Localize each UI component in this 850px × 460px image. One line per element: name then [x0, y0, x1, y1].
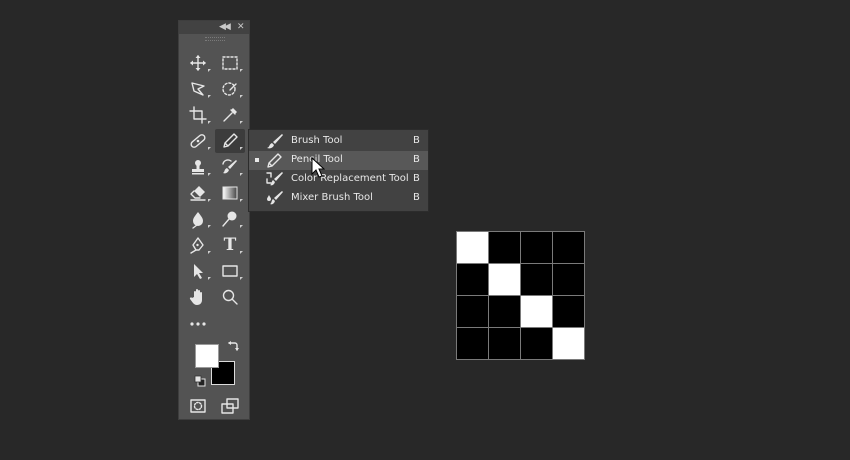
zoom-tool-button[interactable]	[215, 285, 245, 309]
pen-icon	[190, 237, 204, 254]
menu-item-shortcut: B	[413, 135, 420, 146]
shape-tool-button[interactable]	[215, 259, 245, 283]
dodge-icon	[222, 211, 237, 227]
pixel-cell[interactable]	[489, 232, 520, 263]
pencil-icon	[223, 133, 238, 148]
more-icon	[190, 322, 206, 326]
history-brush-icon	[222, 159, 237, 174]
brush-tools-flyout-menu: Brush Tool B Pencil Tool B Color Replace…	[248, 129, 429, 212]
rectangle-shape-icon	[222, 265, 238, 277]
pixel-cell[interactable]	[457, 296, 488, 327]
hand-icon	[189, 289, 202, 305]
lasso-tool-button[interactable]	[183, 77, 213, 101]
menu-item-pencil-tool[interactable]: Pencil Tool B	[249, 151, 428, 170]
screen-mode-icon	[221, 398, 239, 414]
panel-header[interactable]: ◀◀ ✕	[179, 21, 249, 34]
pencil-tool-button[interactable]	[215, 129, 245, 153]
move-icon	[190, 55, 206, 71]
pixel-cell[interactable]	[489, 296, 520, 327]
rectangular-marquee-icon	[222, 56, 238, 70]
pixel-grid-canvas[interactable]	[456, 231, 585, 360]
panel-grip[interactable]	[205, 37, 225, 41]
tools-panel: ◀◀ ✕ T	[178, 20, 250, 420]
hand-tool-button[interactable]	[183, 285, 213, 309]
pixel-cell[interactable]	[553, 264, 584, 295]
blur-tool-button[interactable]	[183, 207, 213, 231]
menu-item-brush-tool[interactable]: Brush Tool B	[249, 132, 428, 151]
default-colors-icon[interactable]	[194, 375, 206, 387]
gradient-tool-button[interactable]	[215, 181, 245, 205]
quick-selection-icon	[222, 82, 237, 96]
marquee-tool-button[interactable]	[215, 51, 245, 75]
mixer-brush-icon	[267, 191, 283, 205]
quick-mask-icon	[190, 399, 206, 413]
type-tool-button[interactable]: T	[215, 233, 245, 257]
move-tool-button[interactable]	[183, 51, 213, 75]
dodge-tool-button[interactable]	[215, 207, 245, 231]
eraser-tool-button[interactable]	[183, 181, 213, 205]
color-replacement-icon	[266, 172, 283, 186]
path-selection-icon	[194, 264, 203, 279]
menu-item-shortcut: B	[413, 154, 420, 165]
history-brush-tool-button[interactable]	[215, 155, 245, 179]
screen-mode-button[interactable]	[215, 394, 245, 418]
blur-icon	[192, 212, 203, 229]
more-tools-button[interactable]	[183, 312, 213, 336]
eyedropper-tool-button[interactable]	[215, 103, 245, 127]
crop-icon	[189, 106, 207, 124]
path-selection-tool-button[interactable]	[183, 259, 213, 283]
pixel-cell[interactable]	[457, 232, 488, 263]
menu-item-shortcut: B	[413, 173, 420, 184]
clone-stamp-icon	[192, 160, 204, 175]
pen-tool-button[interactable]	[183, 233, 213, 257]
pixel-cell[interactable]	[489, 264, 520, 295]
pixel-cell[interactable]	[553, 296, 584, 327]
eraser-icon	[190, 186, 206, 201]
pixel-cell[interactable]	[553, 328, 584, 359]
healing-brush-tool-button[interactable]	[183, 129, 213, 153]
clone-stamp-tool-button[interactable]	[183, 155, 213, 179]
zoom-icon	[222, 289, 238, 305]
menu-item-label: Pencil Tool	[291, 154, 343, 165]
pixel-cell[interactable]	[521, 328, 552, 359]
quick-select-tool-button[interactable]	[215, 77, 245, 101]
eyedropper-icon	[223, 108, 237, 122]
foreground-color-swatch[interactable]	[195, 344, 219, 368]
menu-item-label: Mixer Brush Tool	[291, 192, 373, 203]
pixel-cell[interactable]	[521, 296, 552, 327]
crop-tool-button[interactable]	[183, 103, 213, 127]
polygonal-lasso-icon	[191, 82, 205, 96]
pixel-cell[interactable]	[553, 232, 584, 263]
close-panel-icon[interactable]: ✕	[237, 22, 245, 32]
menu-item-label: Color Replacement Tool	[291, 173, 409, 184]
collapse-panel-icon[interactable]: ◀◀	[219, 22, 231, 32]
pixel-cell[interactable]	[521, 264, 552, 295]
menu-item-shortcut: B	[413, 192, 420, 203]
healing-brush-icon	[190, 134, 206, 148]
menu-item-label: Brush Tool	[291, 135, 343, 146]
pixel-cell[interactable]	[521, 232, 552, 263]
quick-mask-button[interactable]	[183, 394, 213, 418]
swap-colors-icon[interactable]	[227, 340, 239, 352]
gradient-icon	[222, 186, 238, 200]
pixel-cell[interactable]	[457, 264, 488, 295]
pixel-cell[interactable]	[457, 328, 488, 359]
pixel-cell[interactable]	[489, 328, 520, 359]
brush-icon	[267, 134, 283, 149]
type-icon: T	[223, 235, 237, 255]
selected-indicator	[255, 158, 259, 162]
menu-item-color-replacement-tool[interactable]: Color Replacement Tool B	[249, 170, 428, 189]
pencil-icon	[267, 153, 282, 168]
menu-item-mixer-brush-tool[interactable]: Mixer Brush Tool B	[249, 189, 428, 208]
